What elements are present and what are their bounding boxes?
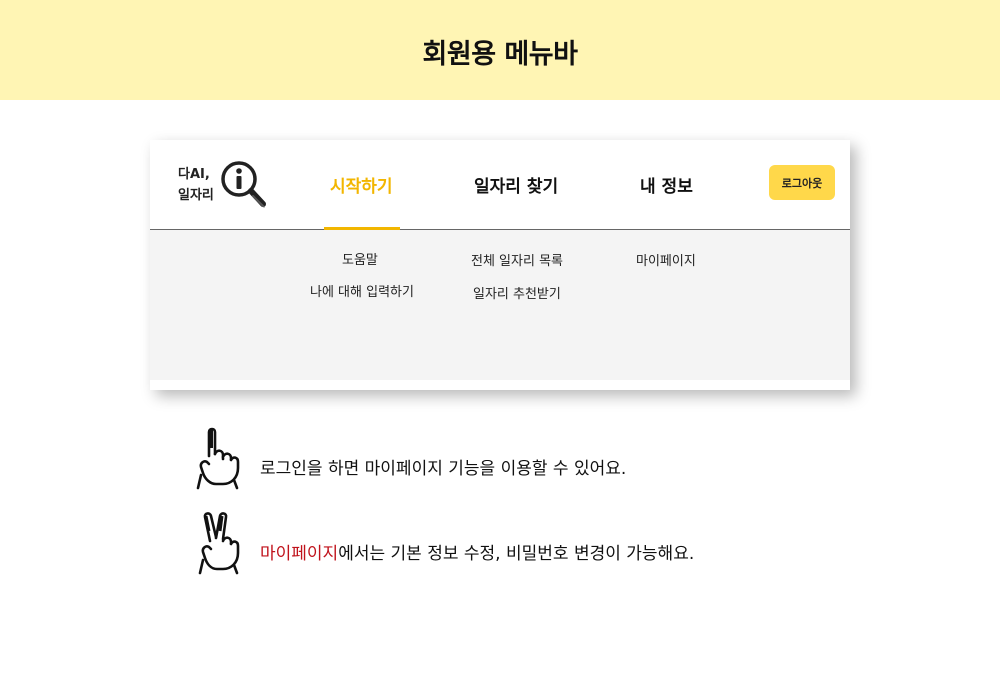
page-title: 회원용 메뉴바	[422, 39, 578, 70]
tip-text-1: 로그인을 하면 마이페이지 기능을 이용할 수 있어요.	[260, 454, 626, 479]
hand-two-fingers-icon	[198, 512, 240, 575]
nav-tab-find-jobs[interactable]: 일자리 찾기	[474, 172, 558, 197]
menu-item-job-recommend[interactable]: 일자리 추천받기	[473, 283, 561, 302]
tip-2-highlight: 마이페이지	[260, 544, 339, 564]
logo-line-2: 일자리	[178, 188, 214, 203]
menu-item-help[interactable]: 도움말	[342, 249, 378, 268]
tip-2-text: 에서는 기본 정보 수정, 비밀번호 변경이 가능해요.	[338, 544, 695, 564]
logo-text: 다AI, 일자리	[178, 164, 214, 206]
logout-button[interactable]: 로그아웃	[769, 165, 835, 200]
navbar: 다AI, 일자리 시작하기 일자리 찾기 내 정보 로그아웃	[150, 140, 850, 230]
menu-item-mypage[interactable]: 마이페이지	[636, 250, 696, 269]
menu-item-input-about-me[interactable]: 나에 대해 입력하기	[310, 281, 414, 300]
magnifier-info-icon	[221, 161, 266, 208]
logo[interactable]: 다AI, 일자리	[176, 158, 268, 212]
tip-text-2: 마이페이지에서는 기본 정보 수정, 비밀번호 변경이 가능해요.	[260, 539, 694, 564]
dropdown-menu: 도움말 나에 대해 입력하기 전체 일자리 목록 일자리 추천받기 마이페이지	[150, 230, 850, 380]
tip-1-text: 로그인을 하면 마이페이지 기능을 이용할 수 있어요.	[260, 459, 627, 479]
hand-one-finger-icon	[196, 427, 240, 490]
logo-line-1: 다AI,	[178, 167, 210, 182]
nav-tab-start[interactable]: 시작하기	[330, 172, 393, 197]
nav-tab-my-info[interactable]: 내 정보	[640, 172, 693, 197]
menubar-mockup: 다AI, 일자리 시작하기 일자리 찾기 내 정보 로그아웃 도움말 나에 대해…	[150, 140, 850, 390]
header-banner: 회원용 메뉴바	[0, 0, 1000, 100]
menu-item-all-jobs[interactable]: 전체 일자리 목록	[471, 250, 563, 269]
